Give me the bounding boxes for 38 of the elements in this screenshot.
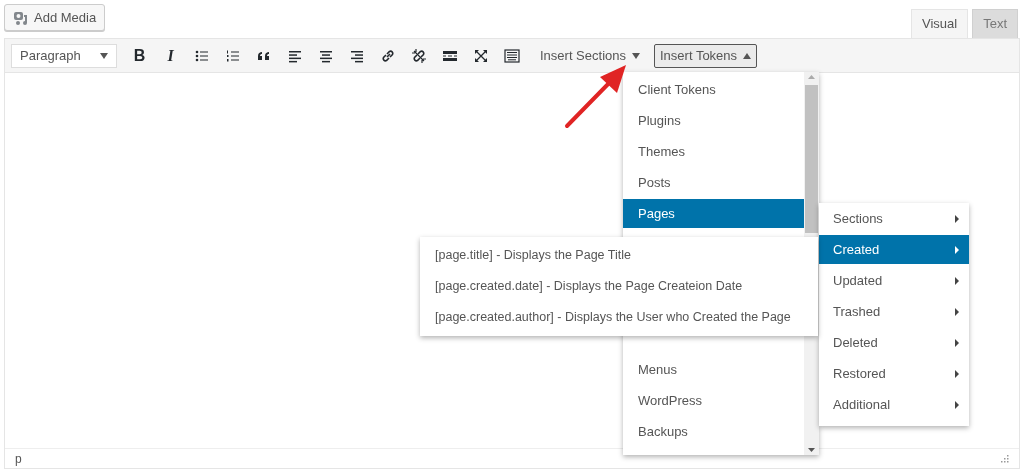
italic-button[interactable]: I: [156, 41, 185, 70]
scroll-thumb[interactable]: [805, 85, 818, 233]
menu-item[interactable]: Restored: [819, 359, 969, 388]
annotation-arrow: [565, 65, 626, 128]
menu-item[interactable]: Pages: [623, 199, 804, 228]
format-select[interactable]: Paragraph: [11, 43, 117, 68]
bold-button[interactable]: B: [125, 41, 154, 70]
menu-item[interactable]: [page.created.author] - Displays the User who Created the Page: [420, 303, 818, 332]
unlink-icon: [410, 47, 427, 64]
menu-item[interactable]: [page.title] - Displays the Page Title: [420, 241, 818, 270]
media-icon: [13, 9, 29, 26]
caret-icon: [743, 52, 752, 59]
menu-item[interactable]: Deleted: [819, 328, 969, 357]
dropdown-caret-icon: [100, 52, 108, 59]
insert-menu-button[interactable]: Insert Sections: [534, 43, 646, 68]
submenu-arrow-icon: [955, 214, 959, 223]
insert-menu-button[interactable]: Insert Tokens: [654, 43, 758, 68]
menu-item[interactable]: Sections: [819, 204, 969, 233]
menu-item[interactable]: Created: [819, 235, 969, 264]
submenu-arrow-icon: [955, 400, 959, 409]
submenu-arrow-icon: [955, 338, 959, 347]
editor-tab[interactable]: Visual: [910, 9, 969, 38]
submenu-arrow-icon: [955, 307, 959, 316]
submenu-arrow-icon: [955, 245, 959, 254]
fullscreen-icon: [472, 47, 489, 64]
link-icon: [379, 47, 396, 64]
menu-item[interactable]: Trashed: [819, 297, 969, 326]
caret-icon: [632, 52, 640, 59]
resize-handle-icon[interactable]: [1001, 454, 1009, 463]
menu-item[interactable]: Additional: [819, 390, 969, 419]
menu-item[interactable]: Updated: [819, 266, 969, 295]
element-path[interactable]: p: [15, 449, 22, 468]
keyboard-icon: [503, 47, 520, 64]
menu-item[interactable]: [page.created.date] - Displays the Page Createion Date: [420, 272, 818, 301]
scroll-down-icon[interactable]: [808, 445, 815, 455]
submenu-arrow-icon: [955, 369, 959, 378]
submenu-arrow-icon: [955, 276, 959, 285]
add-media-button[interactable]: Add Media: [4, 4, 106, 31]
